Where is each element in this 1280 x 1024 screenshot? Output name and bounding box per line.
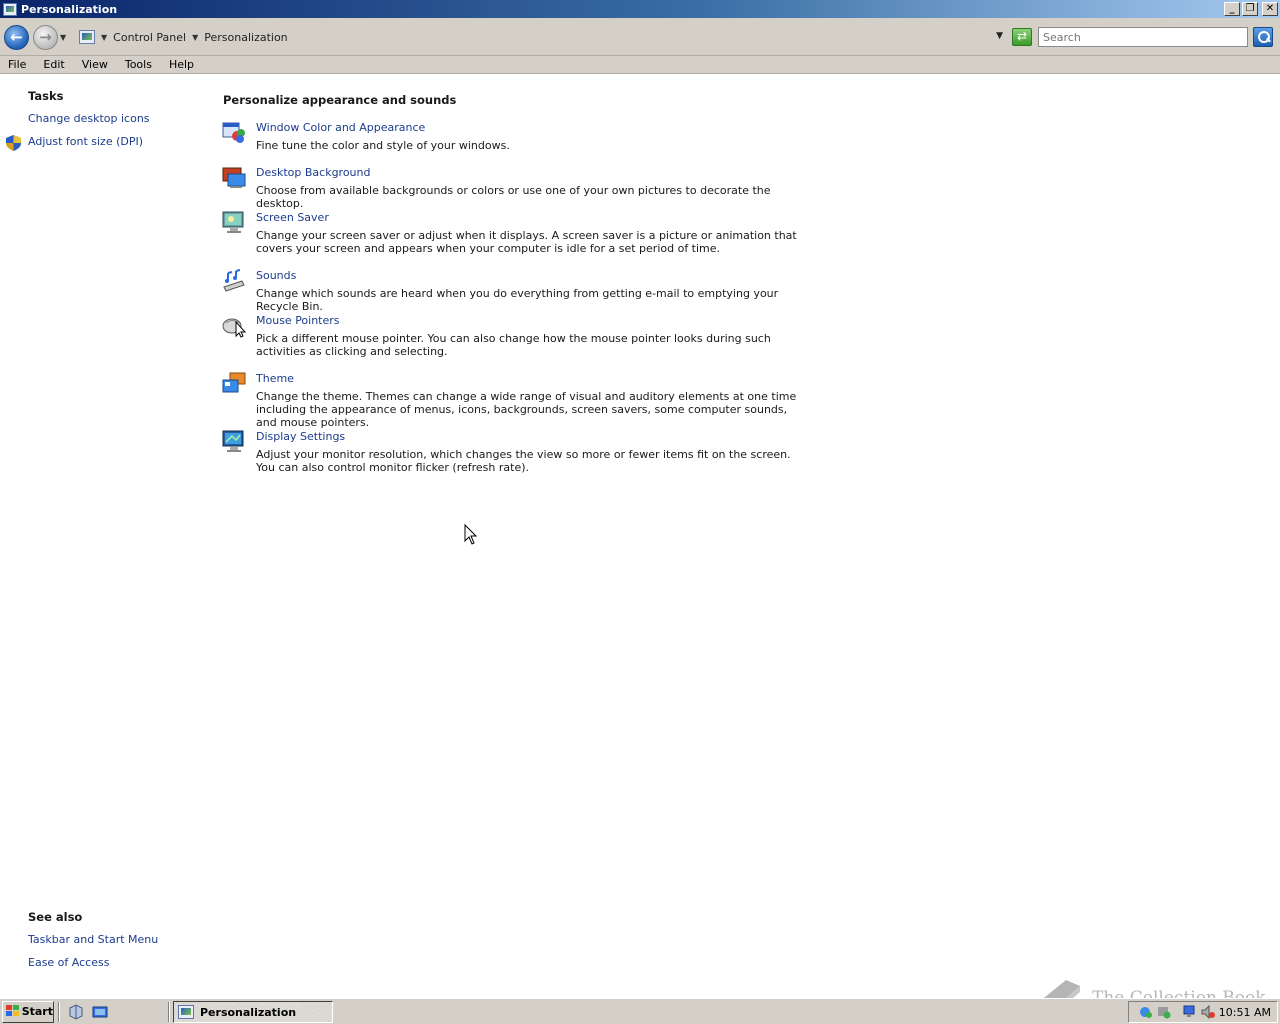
personalization-app-icon: [3, 2, 17, 16]
control-panel-icon: [79, 30, 95, 44]
title-bar[interactable]: Personalization _ ❐ ✕: [0, 0, 1280, 18]
recent-pages-dropdown-icon[interactable]: ▼: [60, 33, 66, 42]
chevron-down-icon[interactable]: ▼: [192, 33, 198, 42]
screen-saver-link[interactable]: Screen Saver: [256, 211, 329, 224]
uac-shield-icon: [6, 135, 21, 151]
mouse-pointers-icon: [222, 318, 246, 338]
chevron-down-icon[interactable]: ▼: [101, 33, 107, 42]
desktop-background-icon: [222, 167, 246, 188]
start-label: Start: [21, 1005, 53, 1018]
taskbar-personalization-button[interactable]: Personalization: [173, 1001, 333, 1023]
monitor-network-icon[interactable]: [1183, 1005, 1197, 1019]
taskbar-separator: [168, 1001, 170, 1022]
server-manager-icon[interactable]: [68, 1003, 84, 1020]
theme-desc: Change the theme. Themes can change a wi…: [256, 390, 797, 429]
menu-view[interactable]: View: [82, 58, 108, 71]
sounds-link[interactable]: Sounds: [256, 269, 296, 282]
mouse-pointers-desc: Pick a different mouse pointer. You can …: [256, 332, 771, 358]
mouse-cursor-icon: [464, 524, 478, 545]
system-tray: 10:51 AM: [1128, 1001, 1278, 1023]
close-button[interactable]: ✕: [1262, 2, 1278, 16]
screen-saver-icon: [222, 211, 244, 233]
start-button[interactable]: Start: [2, 1000, 54, 1023]
window-color-desc: Fine tune the color and style of your wi…: [256, 139, 510, 152]
ease-of-access-link[interactable]: Ease of Access: [28, 956, 109, 969]
restore-button[interactable]: ❐: [1242, 2, 1258, 16]
menu-help[interactable]: Help: [169, 58, 194, 71]
taskbar-start-menu-link[interactable]: Taskbar and Start Menu: [28, 933, 158, 946]
refresh-button[interactable]: ⇄: [1012, 28, 1032, 46]
screen-saver-desc: Change your screen saver or adjust when …: [256, 229, 797, 255]
address-field[interactable]: ▼ Control Panel ▼ Personalization ▼: [75, 26, 1007, 48]
security-icon[interactable]: [1157, 1005, 1171, 1019]
quick-launch-separator: [58, 1001, 60, 1022]
sounds-icon: [223, 269, 245, 292]
page-title: Personalize appearance and sounds: [223, 93, 457, 107]
sounds-desc: Change which sounds are heard when you d…: [256, 287, 779, 313]
menu-bar: File Edit View Tools Help: [0, 56, 1280, 74]
menu-edit[interactable]: Edit: [43, 58, 64, 71]
window-title: Personalization: [21, 2, 118, 16]
task-pane: Tasks Change desktop icons Adjust font s…: [0, 75, 200, 995]
window-color-icon: [222, 122, 245, 143]
taskbar: Start Personalization 10:51 AM: [0, 998, 1280, 1024]
display-settings-link[interactable]: Display Settings: [256, 430, 345, 443]
search-icon[interactable]: [1253, 27, 1273, 47]
see-also-heading: See also: [28, 910, 83, 924]
minimize-button[interactable]: _: [1224, 2, 1240, 16]
adjust-font-size-link[interactable]: Adjust font size (DPI): [28, 135, 143, 148]
breadcrumb-personalization[interactable]: Personalization: [204, 31, 287, 44]
desktop-background-link[interactable]: Desktop Background: [256, 166, 371, 179]
address-dropdown-icon[interactable]: ▼: [996, 31, 1003, 41]
desktop-background-desc: Choose from available backgrounds or col…: [256, 184, 771, 210]
forward-button[interactable]: →: [33, 25, 58, 50]
theme-link[interactable]: Theme: [256, 372, 294, 385]
display-settings-desc: Adjust your monitor resolution, which ch…: [256, 448, 791, 474]
window-color-link[interactable]: Window Color and Appearance: [256, 121, 425, 134]
change-desktop-icons-link[interactable]: Change desktop icons: [28, 112, 150, 125]
breadcrumb-control-panel[interactable]: Control Panel: [113, 31, 186, 44]
network-icon[interactable]: [1139, 1005, 1153, 1019]
tasks-heading: Tasks: [28, 89, 64, 103]
clock[interactable]: 10:51 AM: [1219, 1006, 1271, 1019]
mouse-pointers-link[interactable]: Mouse Pointers: [256, 314, 340, 327]
display-settings-icon: [222, 430, 244, 452]
personalization-task-icon: [178, 1005, 194, 1019]
back-button[interactable]: ←: [4, 25, 29, 50]
volume-muted-icon[interactable]: [1201, 1005, 1215, 1019]
menu-file[interactable]: File: [8, 58, 26, 71]
show-desktop-icon[interactable]: [92, 1004, 108, 1020]
menu-tools[interactable]: Tools: [125, 58, 152, 71]
address-toolbar: ← → ▼ ▼ Control Panel ▼ Personalization …: [0, 18, 1280, 56]
search-input[interactable]: [1038, 27, 1248, 47]
main-content: Personalize appearance and sounds Window…: [200, 75, 1280, 995]
theme-icon: [222, 372, 246, 393]
windows-logo-icon: [6, 1005, 19, 1018]
taskbar-task-label: Personalization: [200, 1005, 297, 1019]
